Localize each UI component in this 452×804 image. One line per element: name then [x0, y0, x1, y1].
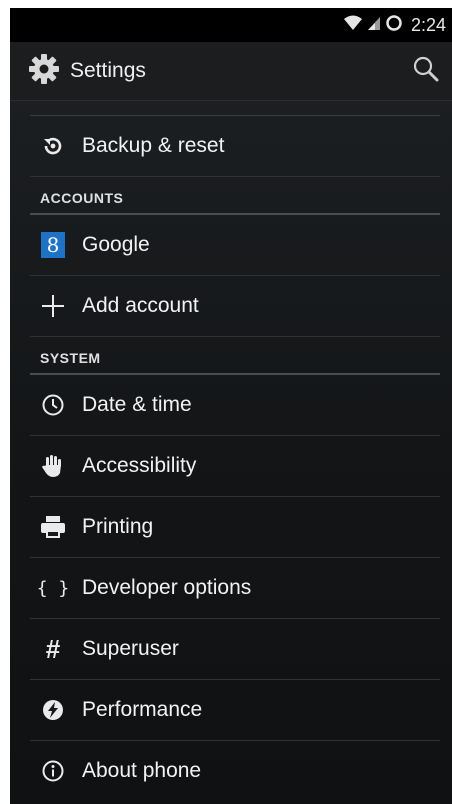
- settings-item-about-phone[interactable]: About phone: [30, 741, 440, 801]
- braces-icon: { }: [36, 577, 70, 599]
- hand-icon: [36, 449, 70, 483]
- page-title: Settings: [70, 59, 146, 82]
- settings-item-label: About phone: [82, 759, 202, 782]
- google-account-icon: 8: [36, 228, 70, 262]
- section-header-label: ACCOUNTS: [40, 190, 124, 206]
- settings-item-date-time[interactable]: Date & time: [30, 375, 440, 436]
- settings-item-superuser[interactable]: # Superuser: [30, 619, 440, 680]
- settings-gear-icon[interactable]: [28, 53, 60, 90]
- performance-icon: [36, 693, 70, 727]
- status-bar: 2:24: [10, 8, 452, 42]
- settings-item-label: Superuser: [82, 637, 179, 660]
- settings-item-label: Developer options: [82, 576, 252, 599]
- settings-item-label: Add account: [82, 294, 199, 317]
- settings-item-accessibility[interactable]: Accessibility: [30, 436, 440, 497]
- search-icon[interactable]: [412, 55, 440, 88]
- cell-signal-icon: [367, 15, 381, 36]
- plus-icon: [36, 289, 70, 323]
- settings-item-add-account[interactable]: Add account: [30, 276, 440, 337]
- settings-item-backup-reset[interactable]: Backup & reset: [30, 116, 440, 177]
- hash-icon: #: [45, 633, 61, 664]
- settings-item-label: Date & time: [82, 393, 192, 416]
- section-header-accounts: ACCOUNTS: [30, 177, 440, 215]
- settings-list: Backup & reset ACCOUNTS 8 Google Add acc…: [10, 115, 452, 801]
- action-bar: Settings: [10, 42, 452, 101]
- settings-item-performance[interactable]: Performance: [30, 680, 440, 741]
- settings-item-label: Backup & reset: [82, 134, 225, 157]
- printer-icon: [36, 510, 70, 544]
- settings-item-developer-options[interactable]: { } Developer options: [30, 558, 440, 619]
- backup-restore-icon: [36, 129, 70, 163]
- settings-item-label: Accessibility: [82, 454, 197, 477]
- google-badge: 8: [41, 232, 65, 258]
- settings-item-label: Performance: [82, 698, 203, 721]
- battery-ring-icon: [385, 14, 403, 37]
- settings-item-printing[interactable]: Printing: [30, 497, 440, 558]
- info-icon: [36, 754, 70, 788]
- clock-icon: [36, 388, 70, 422]
- settings-item-label: Printing: [82, 515, 154, 538]
- section-header-system: SYSTEM: [30, 337, 440, 375]
- wifi-icon: [343, 15, 363, 36]
- settings-item-label: Google: [82, 233, 150, 256]
- section-header-label: SYSTEM: [40, 350, 101, 366]
- phone-screen: 2:24 Settings Backup & reset ACCOUNTS 8 …: [10, 8, 452, 804]
- status-time: 2:24: [410, 14, 446, 35]
- settings-item-google[interactable]: 8 Google: [30, 215, 440, 276]
